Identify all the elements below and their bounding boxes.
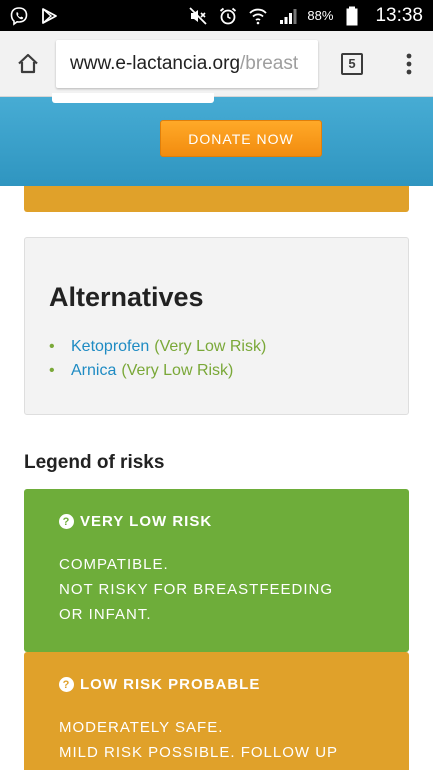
- risk-description-line: MILD RISK POSSIBLE. FOLLOW UP: [59, 744, 339, 761]
- status-clock: 13:38: [375, 4, 423, 26]
- alarm-icon: [217, 5, 239, 27]
- browser-toolbar: www.e-lactancia.org/breast 5: [0, 31, 433, 97]
- risk-heading: ? VERY LOW RISK: [59, 513, 409, 530]
- bullet-icon: •: [49, 362, 55, 379]
- question-circle-icon: ?: [59, 677, 74, 692]
- risk-description-line: COMPATIBLE.: [59, 556, 169, 573]
- alternative-link-arnica[interactable]: Arnica: [71, 359, 116, 383]
- list-item: • Ketoprofen (Very Low Risk): [49, 335, 408, 359]
- status-left-icons: [8, 5, 60, 27]
- mute-icon: [187, 5, 209, 27]
- question-circle-icon: ?: [59, 514, 74, 529]
- alternative-risk-label: (Very Low Risk): [121, 362, 234, 379]
- alternatives-title: Alternatives: [49, 282, 204, 312]
- url-host: www.e-lactancia.org: [70, 52, 241, 74]
- risk-banner-bottom: [24, 186, 409, 212]
- status-right-icons: 88% 13:38: [187, 5, 423, 27]
- risk-heading: ? LOW RISK PROBABLE: [59, 676, 409, 693]
- alternatives-box: Alternatives • Ketoprofen (Very Low Risk…: [24, 237, 409, 415]
- risk-description: MODERATELY SAFE. MILD RISK POSSIBLE. FOL…: [59, 715, 409, 765]
- list-item: • Arnica (Very Low Risk): [49, 359, 408, 383]
- legend-title: Legend of risks: [24, 452, 165, 473]
- address-bar[interactable]: www.e-lactancia.org/breast: [56, 39, 318, 88]
- risk-description: COMPATIBLE. NOT RISKY FOR BREASTFEEDING …: [59, 552, 409, 627]
- donate-input-field[interactable]: [52, 93, 214, 103]
- tab-count: 5: [341, 52, 363, 75]
- status-bar: 88% 13:38: [0, 0, 433, 31]
- viber-icon: [8, 5, 30, 27]
- donate-banner: DONATE NOW: [0, 93, 433, 186]
- risk-card-very-low: ? VERY LOW RISK COMPATIBLE. NOT RISKY FO…: [24, 489, 409, 652]
- alternative-link-ketoprofen[interactable]: Ketoprofen: [71, 335, 149, 359]
- alternative-risk-label: (Very Low Risk): [154, 338, 267, 355]
- risk-description-line: NOT RISKY FOR BREASTFEEDING: [59, 581, 333, 598]
- risk-heading-label: LOW RISK PROBABLE: [80, 676, 261, 693]
- donate-now-button[interactable]: DONATE NOW: [160, 120, 322, 157]
- more-vert-icon: [406, 53, 411, 74]
- overflow-menu-button[interactable]: [386, 31, 431, 97]
- risk-description-line: OR INFANT.: [59, 606, 152, 623]
- play-store-icon: [38, 5, 60, 27]
- battery-icon: [341, 5, 363, 27]
- wifi-icon: [247, 5, 269, 27]
- alternatives-list: • Ketoprofen (Very Low Risk) • Arnica (V…: [49, 335, 408, 383]
- url-path: /breast: [240, 52, 299, 74]
- risk-card-low-probable: ? LOW RISK PROBABLE MODERATELY SAFE. MIL…: [24, 652, 409, 770]
- tab-switcher-button[interactable]: 5: [318, 31, 386, 97]
- signal-icon: [277, 5, 299, 27]
- bullet-icon: •: [49, 338, 55, 355]
- battery-percentage: 88%: [307, 8, 334, 23]
- risk-heading-label: VERY LOW RISK: [80, 513, 213, 530]
- home-icon: [18, 53, 38, 73]
- risk-description-line: MODERATELY SAFE.: [59, 719, 224, 736]
- home-button[interactable]: [0, 31, 56, 97]
